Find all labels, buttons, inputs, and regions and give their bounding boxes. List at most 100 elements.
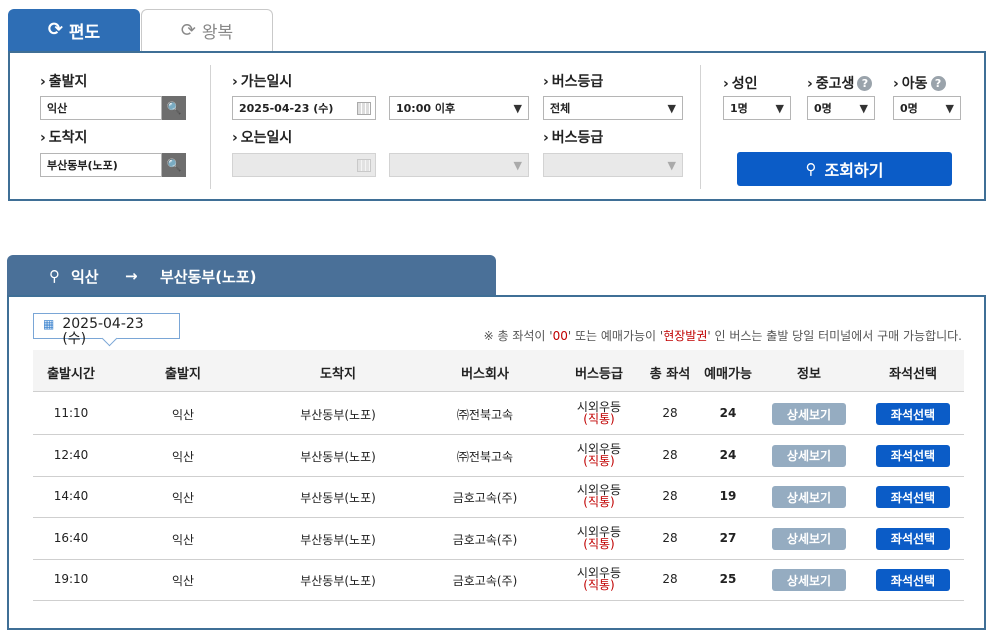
- seat-select-button[interactable]: 좌석선택: [876, 569, 950, 592]
- cell-arrival: 부산동부(노포): [300, 491, 376, 506]
- route-from: 익산: [71, 267, 99, 286]
- route-arrow: →: [125, 267, 138, 285]
- grade-label-go: › 버스등급: [543, 74, 604, 90]
- return-date-input[interactable]: [232, 153, 376, 177]
- tab-oneway[interactable]: ⟳ 편도: [8, 9, 140, 51]
- results-panel: ▦ 2025-04-23 (수) ※ 총 좌석이 '00' 또는 예매가능이 '…: [7, 295, 986, 630]
- cell-grade: 시외우등 (직통): [576, 441, 622, 468]
- query-button[interactable]: ⚲ 조회하기: [737, 152, 952, 186]
- chevron-down-icon: ▼: [513, 102, 522, 115]
- cell-arrival: 부산동부(노포): [300, 408, 376, 422]
- search-icon: 🔍: [166, 101, 182, 115]
- cell-total-seats: 28: [662, 530, 678, 545]
- cell-company: 금호고속(주): [452, 491, 518, 506]
- go-date-label: › 가는일시: [232, 74, 293, 90]
- divider: [700, 65, 701, 189]
- chevron-down-icon: ▼: [513, 159, 522, 172]
- cell-time: 16:40: [53, 530, 89, 545]
- cell-company: 금호고속(주): [452, 574, 518, 589]
- return-date-label: › 오는일시: [232, 130, 293, 146]
- cell-company: ㈜전북고속: [456, 408, 514, 422]
- seat-select-button[interactable]: 좌석선택: [876, 444, 950, 467]
- grade-label-return: › 버스등급: [543, 130, 604, 146]
- tab-roundtrip-label: 왕복: [201, 23, 234, 43]
- table-row: 12:40 익산 부산동부(노포) ㈜전북고속 시외우등 (직통) 28 24 상세보기 좌석선택: [33, 435, 964, 477]
- go-time-select[interactable]: 10:00 이후 ▼: [389, 96, 529, 120]
- cell-departure: 익산: [171, 408, 195, 422]
- cell-total-seats: 28: [662, 572, 678, 587]
- departure-label: › 출발지: [40, 74, 88, 90]
- table-row: 14:40 익산 부산동부(노포) 금호고속(주) 시외우등 (직통) 28 19 상세보기 좌석…: [33, 476, 964, 519]
- seat-select-button[interactable]: 좌석선택: [876, 527, 950, 550]
- chevron-down-icon: ▼: [859, 102, 868, 115]
- header-info: 정보: [797, 367, 821, 382]
- cell-time: 11:10: [53, 406, 89, 420]
- cell-available: 24: [719, 406, 737, 420]
- seat-select-button[interactable]: 좌석선택: [876, 486, 950, 509]
- cell-time: 19:10: [53, 572, 89, 587]
- cell-total-seats: 28: [662, 406, 678, 420]
- header-total-seats: 총 좌석: [649, 367, 691, 382]
- cell-available: 19: [719, 489, 737, 504]
- help-icon[interactable]: ?: [857, 76, 873, 91]
- table-header: 출발시간 출발지 도착지 버스회사 버스등급 총 좌석 예매가능 정보 좌석선택: [33, 350, 964, 392]
- notice-text: ※ 총 좌석이 '00' 또는 예매가능이 '현장발권' 인 버스는 출발 당일…: [483, 329, 962, 343]
- detail-button[interactable]: 상세보기: [772, 569, 846, 592]
- arrival-label: › 도착지: [40, 130, 88, 146]
- detail-button[interactable]: 상세보기: [772, 403, 846, 425]
- header-seat-select: 좌석선택: [889, 367, 937, 382]
- arrival-input[interactable]: 부산동부(노포): [40, 153, 162, 177]
- arrival-search-button[interactable]: 🔍: [162, 153, 186, 177]
- calendar-icon[interactable]: [357, 102, 371, 115]
- cell-grade: 시외우등 (직통): [576, 566, 622, 593]
- cell-arrival: 부산동부(노포): [300, 449, 376, 464]
- search-icon: 🔍: [166, 158, 182, 172]
- search-panel: › 출발지 익산 🔍 › 도착지 부산동부(노포) 🔍 › 가는일시 2025-04-…: [8, 51, 986, 201]
- cell-departure: 익산: [171, 449, 195, 464]
- location-pin-icon: ⚲: [49, 267, 60, 285]
- help-icon[interactable]: ?: [930, 76, 946, 91]
- go-date-input[interactable]: 2025-04-23 (수): [232, 96, 376, 120]
- route-to: 부산동부(노포): [160, 267, 257, 286]
- seat-select-button[interactable]: 좌석선택: [876, 403, 950, 425]
- cell-departure: 익산: [171, 491, 195, 506]
- child-select[interactable]: 0명 ▼: [893, 96, 961, 120]
- date-chip: ▦ 2025-04-23 (수): [33, 313, 180, 347]
- detail-button[interactable]: 상세보기: [772, 444, 846, 467]
- cell-total-seats: 28: [662, 489, 678, 504]
- chevron-down-icon: ▼: [667, 102, 676, 115]
- header-grade: 버스등급: [575, 367, 623, 382]
- cell-company: ㈜전북고속: [456, 449, 514, 464]
- date-chip-label: 2025-04-23 (수): [62, 316, 144, 347]
- return-time-select[interactable]: ▼: [389, 153, 529, 177]
- cell-departure: 익산: [171, 574, 195, 589]
- adult-label: › 성인: [723, 76, 758, 92]
- cell-available: 27: [719, 530, 737, 545]
- tab-roundtrip[interactable]: ⟳ 왕복: [141, 9, 273, 51]
- cell-available: 25: [719, 572, 737, 587]
- cell-arrival: 부산동부(노포): [300, 574, 376, 589]
- chevron-down-icon: ▼: [945, 102, 954, 115]
- tab-oneway-label: 편도: [68, 22, 101, 43]
- header-arrival: 도착지: [320, 367, 356, 382]
- header-available: 예매가능: [704, 367, 752, 382]
- divider: [210, 65, 211, 189]
- adult-select[interactable]: 1명 ▼: [723, 96, 791, 120]
- header-departure: 출발지: [165, 367, 201, 382]
- detail-button[interactable]: 상세보기: [772, 486, 846, 509]
- child-label: › 아동?: [893, 73, 946, 93]
- header-time: 출발시간: [47, 367, 95, 382]
- cell-grade: 시외우등 (직통): [576, 400, 622, 426]
- departure-input[interactable]: 익산: [40, 96, 162, 120]
- route-header: ⚲ 익산 → 부산동부(노포): [7, 255, 496, 297]
- grade-select-return[interactable]: ▼: [543, 153, 683, 177]
- search-icon: ⚲: [805, 160, 817, 178]
- header-company: 버스회사: [461, 367, 509, 382]
- cell-grade: 시외우등 (직통): [576, 524, 622, 551]
- detail-button[interactable]: 상세보기: [772, 527, 846, 550]
- table-row: 16:40 익산 부산동부(노포) 금호고속(주) 시외우등 (직통) 28 27 상세보기 좌석…: [33, 518, 964, 560]
- departure-search-button[interactable]: 🔍: [162, 96, 186, 120]
- grade-select-go[interactable]: 전체 ▼: [543, 96, 683, 120]
- cell-company: 금호고속(주): [452, 532, 518, 547]
- student-select[interactable]: 0명 ▼: [807, 96, 875, 120]
